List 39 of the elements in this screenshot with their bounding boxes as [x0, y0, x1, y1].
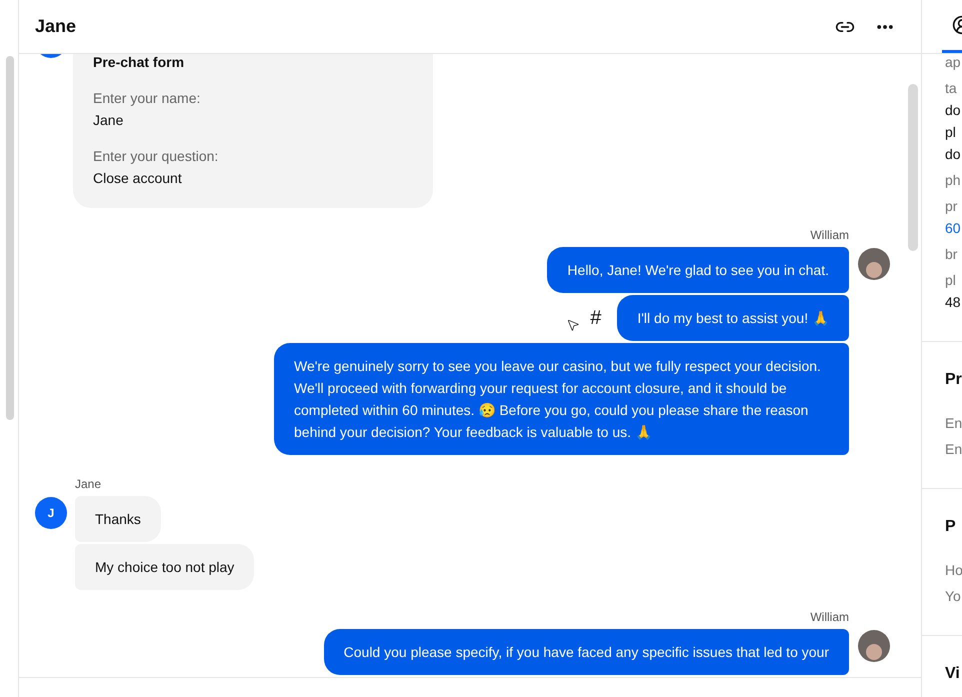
field-label: ta: [945, 79, 958, 98]
field-label: br: [945, 245, 958, 264]
field-value: do: [945, 145, 962, 164]
scrollbar-thumb[interactable]: [6, 56, 14, 420]
field-label: En: [945, 414, 962, 433]
chat-title: Jane: [35, 15, 76, 38]
message-bubble: Could you please specify, if you have faced any specific issues that led to your: [324, 629, 849, 675]
field-value: 48: [945, 293, 962, 312]
field-label: pr: [945, 197, 958, 216]
author-name: William: [810, 609, 849, 626]
field-value: pl: [945, 123, 957, 142]
message-bubble: We're genuinely sorry to see you leave our casino, but we fully respect your decision. We'll proceed with forwarding your request for account closure, and it should be completed within 60 minutes. 😥 Before you go, could you please share the reason behind your decision? Your feedback is valuable to us. 🙏: [274, 343, 849, 455]
avatar-placeholder: [858, 630, 890, 662]
message-bubble: Hello, Jane! We're glad to see you in chat.: [547, 247, 849, 293]
message-bubble: Thanks: [75, 496, 161, 542]
section-heading: Pr: [945, 370, 962, 390]
field-label: Enter your name:: [93, 89, 202, 108]
author-name: William: [810, 227, 849, 244]
avatar: J: [35, 497, 67, 529]
field-value: Close account: [93, 169, 183, 188]
field-label: En: [945, 440, 962, 459]
field-label: Yo: [945, 587, 962, 606]
field-link[interactable]: 60: [945, 217, 962, 239]
message-bubble: I'll do my best to assist you! 🙏: [617, 295, 849, 341]
field-value: Jane: [93, 111, 124, 130]
section-heading: Vi: [945, 664, 961, 684]
form-title: Pre-chat form: [93, 54, 186, 72]
field-label: pl: [945, 271, 957, 290]
field-label: ap: [945, 53, 962, 72]
message-bubble: My choice too not play: [75, 544, 254, 590]
avatar-placeholder: [858, 248, 890, 280]
field-label: Enter your question:: [93, 147, 220, 166]
field-value: do: [945, 101, 962, 120]
section-heading: P: [945, 517, 957, 537]
author-name: Jane: [75, 476, 102, 493]
scrollbar-thumb[interactable]: [908, 84, 918, 251]
field-label: Ho: [945, 561, 962, 580]
field-label: ph: [945, 171, 962, 190]
hash-mark: #: [590, 306, 602, 331]
